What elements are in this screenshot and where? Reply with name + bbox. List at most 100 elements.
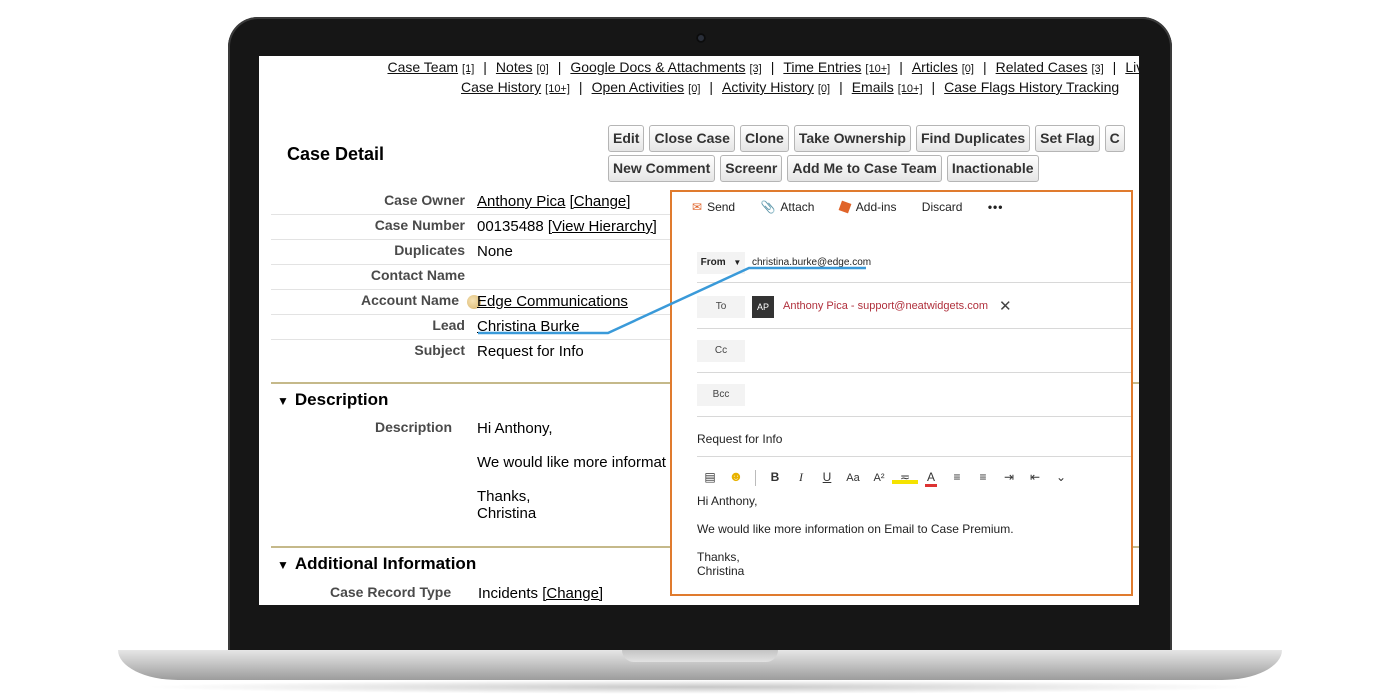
link-open-activities[interactable]: Open Activities [0] [592,79,701,95]
link-live[interactable]: Live [1125,59,1139,75]
description-text: Hi Anthony, We would like more informat … [477,420,666,522]
subject-divider [697,456,1131,457]
paperclip-icon: 📎 [760,200,776,214]
field-account-name: Account Name Edge Communications [271,290,731,315]
field-value: None [477,243,513,260]
set-flag-button[interactable]: Set Flag [1035,125,1100,152]
field-duplicates: Duplicates None [271,240,731,265]
change-record-type-link[interactable]: [Change] [542,585,603,602]
change-owner-link[interactable]: [Change] [570,193,631,210]
field-lead: Lead Christina Burke [271,315,731,340]
highlight-icon[interactable]: ≂ [892,470,918,484]
addins-label: Add-ins [855,200,897,214]
email-compose-panel: ✉ Send 📎 Attach Add-ins Discard ••• From ▼… [670,190,1133,596]
link-articles[interactable]: Articles [0] [912,59,974,75]
addins-button[interactable]: Add-ins [838,200,897,214]
account-name-link[interactable]: Edge Communications [477,293,628,310]
underline-icon[interactable]: U [814,470,840,484]
button-row-2: New Comment Screenr Add Me to Case Team Ina… [608,155,1044,182]
field-case-number: Case Number 00135488 [View Hierarchy] [271,215,731,240]
view-hierarchy-link[interactable]: [View Hierarchy] [548,218,657,235]
link-emails[interactable]: Emails [10+] [852,79,923,95]
description-section-header[interactable]: ▼ Description [277,390,388,410]
to-row: To AP Anthony Pica - support@neatwidgets… [697,284,1131,329]
laptop-shadow [140,680,1260,694]
more-options-icon[interactable]: ••• [988,200,1004,214]
numbered-list-icon[interactable]: ≡ [970,470,996,484]
laptop-notch [622,650,778,662]
italic-icon[interactable]: I [788,470,814,485]
chevron-down-icon[interactable]: ⌄ [1048,470,1074,484]
additional-info-section-header[interactable]: ▼ Additional Information [277,554,476,574]
link-separator: | [770,59,775,75]
link-separator: | [899,59,903,75]
edit-button[interactable]: Edit [608,125,645,152]
link-google-docs[interactable]: Google Docs & Attachments [3] [570,59,761,75]
take-ownership-button[interactable]: Take Ownership [793,125,911,152]
link-case-history[interactable]: Case History [10+] [461,79,570,95]
page-title: Case Detail [287,144,385,164]
field-value: Christina Burke [477,318,580,335]
clone-button[interactable]: Clone [739,125,789,152]
inactionable-button[interactable]: Inactionable [946,155,1039,182]
cut-off-button[interactable]: C [1104,125,1125,152]
link-separator: | [1112,59,1117,75]
link-time-entries[interactable]: Time Entries [10+] [783,59,890,75]
field-label: Account Name [360,292,459,308]
link-case-team[interactable]: Case Team [1] [387,59,474,75]
related-links-row-2: Case History [10+] | Open Activities [0] | Act… [265,79,1139,95]
bullet-list-icon[interactable]: ≡ [944,470,970,484]
link-activity-history[interactable]: Activity History [0] [722,79,830,95]
send-button[interactable]: ✉ Send [692,200,735,214]
superscript-icon[interactable]: A² [866,472,892,484]
chevron-down-icon: ▼ [733,258,742,267]
find-duplicates-button[interactable]: Find Duplicates [915,125,1031,152]
screenr-button[interactable]: Screenr [720,155,783,182]
email-toolbar: ✉ Send 📎 Attach Add-ins Discard ••• [692,200,1025,214]
close-case-button[interactable]: Close Case [649,125,735,152]
collapse-triangle-icon: ▼ [277,558,289,572]
collapse-triangle-icon: ▼ [277,394,289,408]
link-separator [1128,79,1132,95]
insert-image-icon[interactable]: ▤ [697,470,723,484]
addins-icon [838,200,852,214]
field-contact-name: Contact Name [271,265,731,290]
email-body[interactable]: Hi Anthony, We would like more informati… [697,494,1014,578]
to-button[interactable]: To [697,296,745,318]
case-number-value: 00135488 [477,218,544,235]
button-row-1: Edit Close Case Clone Take Ownership Find Du… [608,125,1130,152]
field-value: Request for Info [477,343,584,360]
font-size-icon[interactable]: Aa [840,472,866,484]
link-separator: | [931,79,936,95]
email-subject-field[interactable]: Request for Info [697,432,782,446]
outdent-icon[interactable]: ⇤ [1022,470,1048,484]
related-links-row-1: Case Team [1] | Notes [0] | Google Docs & Atta… [271,59,1139,75]
link-separator: | [709,79,714,95]
link-case-flags-history[interactable]: Case Flags History Tracking [944,79,1119,95]
send-label: Send [707,200,736,214]
link-related-cases[interactable]: Related Cases [3] [996,59,1104,75]
close-icon[interactable]: ✕ [999,297,1012,315]
link-notes[interactable]: Notes [0] [496,59,549,75]
from-dropdown[interactable]: From ▼ [697,252,745,274]
attach-button[interactable]: 📎 Attach [760,200,814,214]
discard-button[interactable]: Discard [922,200,963,214]
webcam [696,33,706,43]
toolbar-divider [755,469,756,486]
recipient-chip[interactable]: Anthony Pica - support@neatwidgets.com [783,300,988,312]
bold-icon[interactable]: B [762,470,788,484]
from-email: christina.burke@edge.com [752,257,872,268]
indent-icon[interactable]: ⇥ [996,470,1022,484]
field-case-owner: Case Owner Anthony Pica [Change] [271,190,731,215]
link-separator: | [557,59,562,75]
cc-button[interactable]: Cc [697,340,745,362]
add-me-to-case-team-button[interactable]: Add Me to Case Team [787,155,942,182]
field-value: Edge Communications [477,293,628,310]
bcc-button[interactable]: Bcc [697,384,745,406]
case-owner-link[interactable]: Anthony Pica [477,193,565,210]
new-comment-button[interactable]: New Comment [608,155,716,182]
lead-link[interactable]: Christina Burke [477,318,580,335]
emoji-icon[interactable]: ☻ [723,468,749,484]
case-record-type-label: Case Record Type [330,584,452,600]
font-color-icon[interactable]: A [925,471,937,487]
